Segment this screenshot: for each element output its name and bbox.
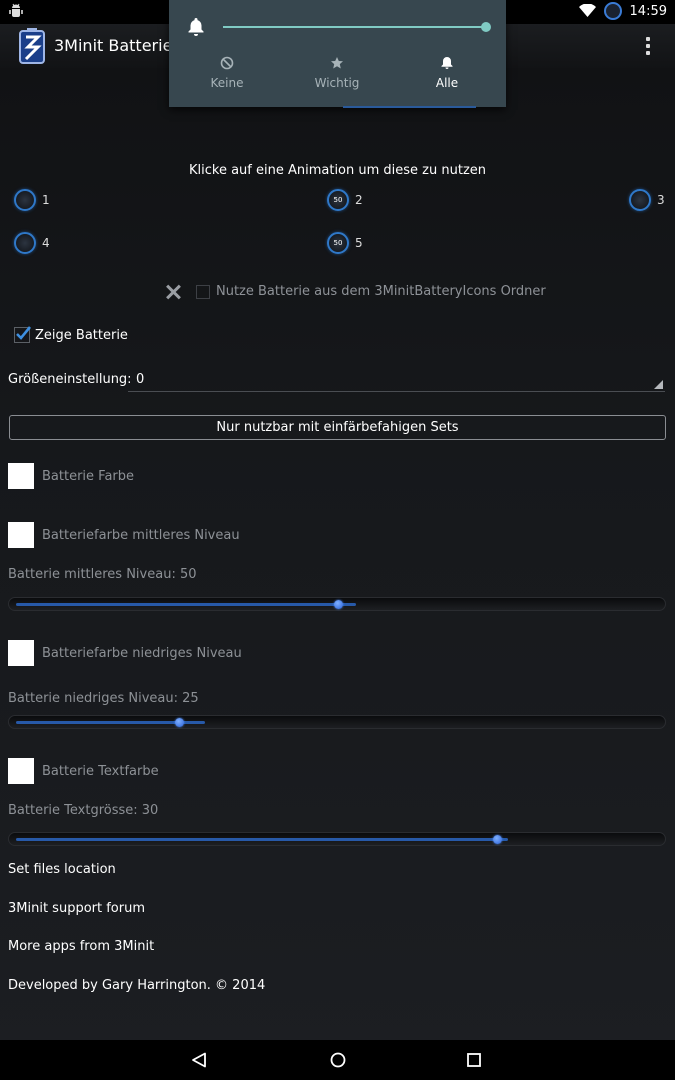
none-icon	[220, 56, 234, 70]
size-setting-label: Größeneinstellung:	[8, 372, 132, 387]
home-icon[interactable]	[330, 1052, 346, 1068]
back-icon[interactable]	[191, 1052, 207, 1068]
animation-option-1[interactable]: 1	[14, 189, 50, 211]
battery-animation-icon	[14, 232, 36, 254]
slider-thumb[interactable]	[493, 835, 502, 844]
volume-option-none[interactable]: Keine	[177, 56, 277, 90]
battery-animation-icon: 50	[327, 189, 349, 211]
volume-option-label: Alle	[435, 76, 459, 90]
size-spinner[interactable]: 0	[128, 368, 665, 392]
animation-number: 4	[42, 236, 50, 250]
size-spinner-value: 0	[136, 372, 145, 387]
folder-option-label: Nutze Batterie aus dem 3MinitBatteryIcon…	[216, 284, 546, 299]
text-color-row[interactable]: Batterie Textfarbe	[8, 758, 159, 784]
text-size-label: Batterie Textgrösse: 30	[8, 803, 159, 818]
low-color-swatch[interactable]	[8, 640, 34, 666]
medium-level-label: Batterie mittleres Niveau: 50	[8, 567, 197, 582]
volume-option-all[interactable]: Alle	[397, 56, 497, 90]
animation-header: Klicke auf eine Animation um diese zu nu…	[188, 163, 487, 178]
volume-slider-thumb[interactable]	[481, 22, 491, 32]
text-color-swatch[interactable]	[8, 758, 34, 784]
bell-icon[interactable]	[186, 16, 206, 36]
support-forum-link[interactable]: 3Minit support forum	[8, 901, 145, 916]
files-location-link[interactable]: Set files location	[8, 862, 116, 877]
close-icon[interactable]	[166, 285, 180, 299]
animation-option-3[interactable]: 3	[629, 189, 665, 211]
low-level-label: Batterie niedriges Niveau: 25	[8, 691, 199, 706]
battery-animation-icon: 50	[327, 232, 349, 254]
slider-fill	[16, 603, 356, 606]
animation-option-5[interactable]: 50 5	[327, 232, 363, 254]
animation-number: 3	[657, 193, 665, 207]
more-apps-link[interactable]: More apps from 3Minit	[8, 939, 154, 954]
text-size-slider[interactable]	[8, 832, 666, 846]
medium-color-label: Batteriefarbe mittleres Niveau	[42, 527, 240, 543]
tab-indicator	[343, 106, 476, 108]
low-color-label: Batteriefarbe niedriges Niveau	[42, 645, 242, 661]
recent-apps-icon[interactable]	[467, 1053, 481, 1067]
battery-color-label: Batterie Farbe	[42, 468, 135, 484]
slider-thumb[interactable]	[175, 718, 184, 727]
volume-option-label: Keine	[210, 76, 244, 90]
volume-option-label: Wichtig	[314, 76, 360, 90]
medium-color-row[interactable]: Batteriefarbe mittleres Niveau	[8, 522, 240, 548]
show-battery-label: Zeige Batterie	[35, 327, 128, 343]
star-icon	[331, 57, 343, 69]
battery-color-row[interactable]: Batterie Farbe	[8, 463, 134, 489]
folder-checkbox[interactable]	[196, 284, 210, 299]
battery-animation-icon	[629, 189, 651, 211]
monochrome-sets-button[interactable]: Nur nutzbar mit einfärbefahigen Sets	[9, 415, 666, 440]
overflow-menu-icon[interactable]	[640, 33, 656, 59]
volume-panel: Keine Wichtig Alle	[169, 0, 506, 107]
low-level-slider[interactable]	[8, 715, 666, 729]
clock: 14:59	[629, 3, 667, 19]
animation-number: 1	[42, 193, 50, 207]
wifi-icon	[578, 4, 596, 17]
bell-icon	[441, 57, 453, 69]
slider-fill	[16, 838, 508, 841]
show-battery-row[interactable]: Zeige Batterie	[14, 326, 128, 343]
text-color-label: Batterie Textfarbe	[42, 763, 159, 779]
animation-number: 5	[355, 236, 363, 250]
app-logo-icon[interactable]	[16, 27, 48, 65]
animation-option-2[interactable]: 50 2	[327, 189, 363, 211]
volume-slider-track[interactable]	[223, 26, 486, 28]
battery-status-icon	[603, 2, 622, 20]
medium-color-swatch[interactable]	[8, 522, 34, 548]
battery-animation-icon	[14, 189, 36, 211]
checkmark-icon	[16, 326, 32, 340]
show-battery-checkbox[interactable]	[14, 326, 32, 343]
battery-color-swatch[interactable]	[8, 463, 34, 489]
dropdown-arrow-icon	[654, 380, 663, 389]
navigation-bar	[0, 1040, 675, 1080]
volume-option-important[interactable]: Wichtig	[287, 56, 387, 90]
android-debug-icon	[9, 3, 23, 17]
slider-thumb[interactable]	[334, 600, 343, 609]
low-color-row[interactable]: Batteriefarbe niedriges Niveau	[8, 640, 242, 666]
animation-option-4[interactable]: 4	[14, 232, 50, 254]
folder-option-row: Nutze Batterie aus dem 3MinitBatteryIcon…	[166, 284, 546, 299]
animation-number: 2	[355, 193, 363, 207]
medium-level-slider[interactable]	[8, 597, 666, 611]
credits-text[interactable]: Developed by Gary Harrington. © 2014	[8, 978, 265, 993]
